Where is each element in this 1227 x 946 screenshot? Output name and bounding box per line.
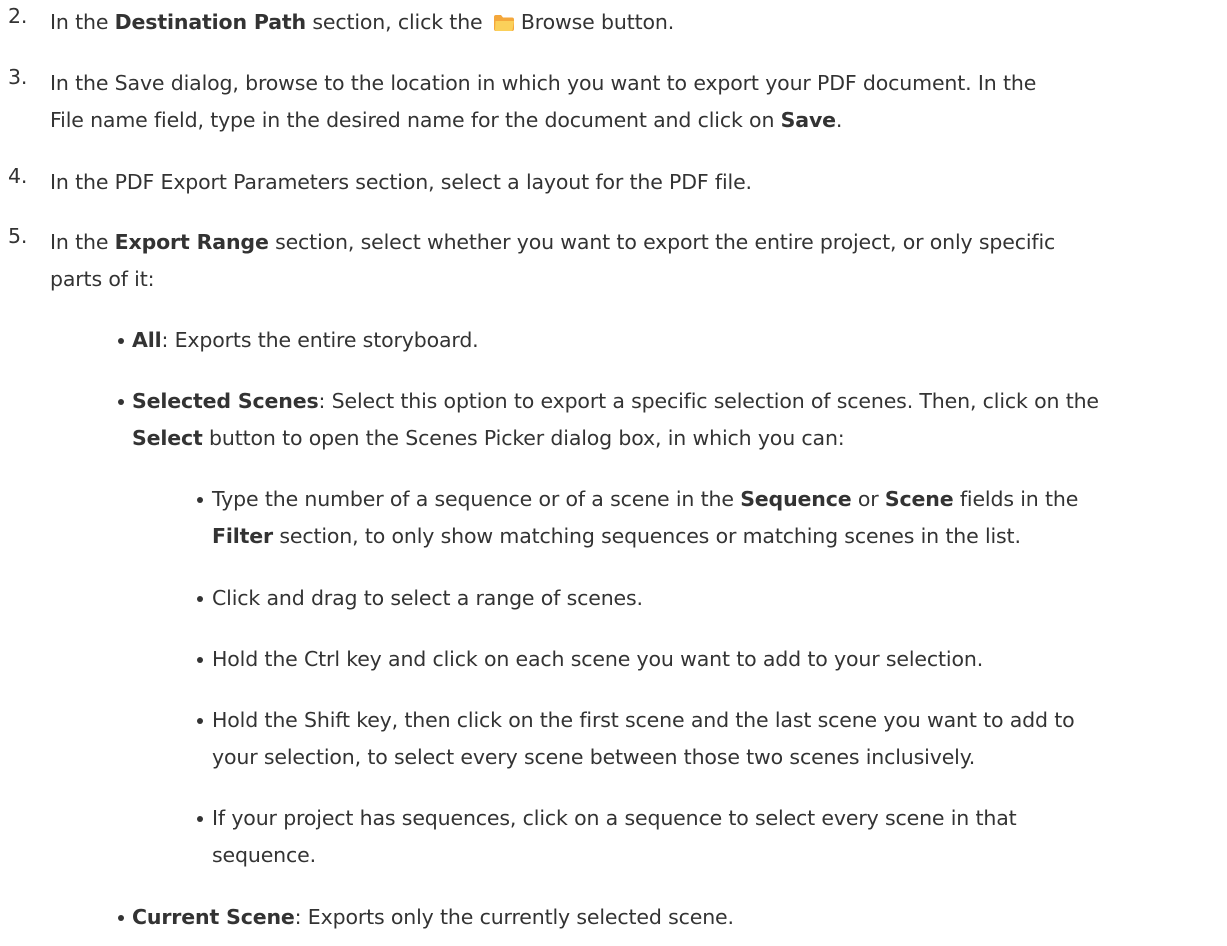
step-number: 3. bbox=[8, 65, 28, 89]
bullet bbox=[197, 497, 203, 503]
bullet bbox=[197, 718, 203, 724]
text-line: sequence. bbox=[212, 843, 316, 867]
text-line: In the Destination Path section, click t… bbox=[50, 4, 674, 44]
bullet bbox=[118, 915, 124, 921]
folder-icon bbox=[493, 7, 515, 44]
bullet bbox=[197, 657, 203, 663]
text-line: parts of it: bbox=[50, 267, 155, 291]
bullet bbox=[197, 816, 203, 822]
document-page: 2. In the Destination Path section, clic… bbox=[0, 0, 1227, 946]
step-number: 4. bbox=[8, 164, 28, 188]
text-line: your selection, to select every scene be… bbox=[212, 745, 976, 769]
step-number: 2. bbox=[8, 4, 28, 28]
text-line: In the PDF Export Parameters section, se… bbox=[50, 170, 752, 194]
text-line: Click and drag to select a range of scen… bbox=[212, 586, 643, 610]
text-line: Type the number of a sequence or of a sc… bbox=[212, 487, 1079, 511]
text-line: Filter section, to only show matching se… bbox=[212, 524, 1021, 548]
text-line: All: Exports the entire storyboard. bbox=[132, 328, 479, 352]
bullet bbox=[118, 399, 124, 405]
step-number: 5. bbox=[8, 224, 28, 248]
text-line: Select button to open the Scenes Picker … bbox=[132, 426, 845, 450]
text-line: Hold the Ctrl key and click on each scen… bbox=[212, 647, 984, 671]
text-line: In the Save dialog, browse to the locati… bbox=[50, 71, 1037, 95]
bullet bbox=[118, 338, 124, 344]
text-line: Current Scene: Exports only the currentl… bbox=[132, 905, 734, 929]
text-line: In the Export Range section, select whet… bbox=[50, 230, 1056, 254]
bullet bbox=[197, 596, 203, 602]
text-line: If your project has sequences, click on … bbox=[212, 806, 1017, 830]
text-line: Selected Scenes: Select this option to e… bbox=[132, 389, 1099, 413]
text-line: File name field, type in the desired nam… bbox=[50, 108, 843, 132]
text-line: Hold the Shift key, then click on the fi… bbox=[212, 708, 1075, 732]
